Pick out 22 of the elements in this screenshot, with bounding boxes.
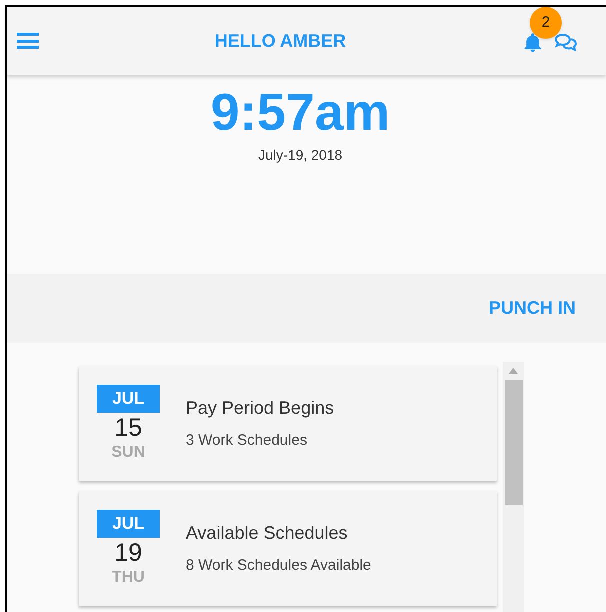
header-title: HELLO AMBER: [214, 30, 346, 52]
chat-icon[interactable]: [554, 33, 578, 53]
event-title: Available Schedules: [186, 522, 349, 545]
bell-icon[interactable]: [522, 31, 544, 55]
event-subtitle: 8 Work Schedules Available: [186, 556, 372, 576]
scroll-up-icon[interactable]: [509, 368, 518, 374]
event-card[interactable]: JUL 15 SUN Pay Period Begins 3 Work Schedules: [79, 366, 497, 481]
scrollbar-thumb[interactable]: [504, 380, 522, 505]
event-title: Pay Period Begins: [186, 396, 334, 420]
event-card[interactable]: JUL 19 THU Available Schedules 8 Work Schedules Available: [79, 491, 497, 606]
day-number: 19: [114, 538, 142, 568]
clock-date: July-19, 2018: [258, 146, 343, 165]
weekday-label: THU: [112, 568, 145, 588]
scrollbar[interactable]: [503, 362, 524, 612]
weekday-label: SUN: [112, 442, 146, 462]
event-subtitle: 3 Work Schedules: [186, 430, 308, 451]
month-label: JUL: [97, 384, 160, 412]
menu-icon[interactable]: [17, 31, 39, 51]
month-label: JUL: [97, 510, 160, 538]
notification-badge: 2: [530, 7, 562, 39]
clock-time: 9:57am: [210, 83, 390, 143]
day-number: 15: [114, 412, 142, 442]
